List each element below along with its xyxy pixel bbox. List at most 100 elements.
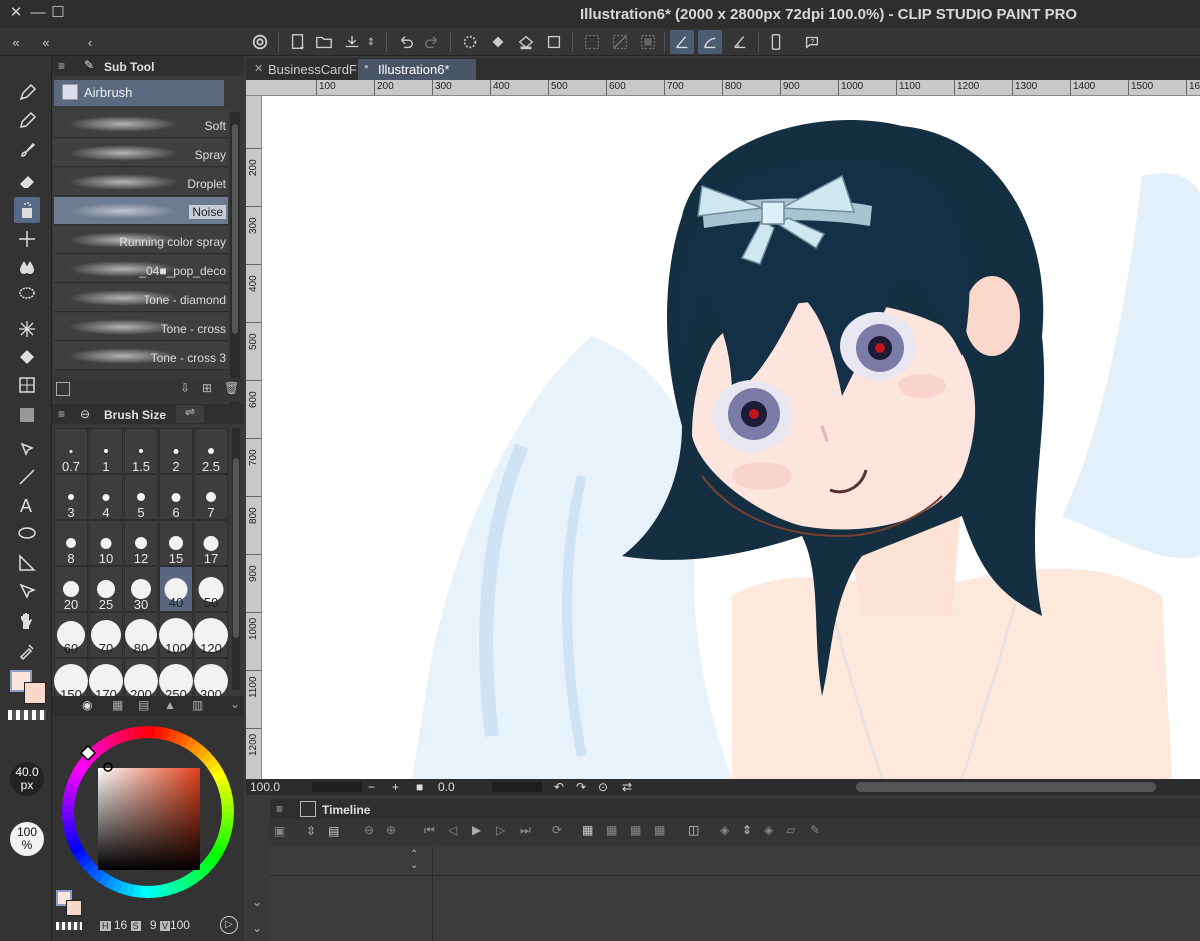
sub-color-chip[interactable]	[66, 900, 82, 916]
timeline-track-area[interactable]: ⌃ ⌄	[270, 847, 1200, 941]
fill-icon[interactable]	[486, 30, 510, 54]
last-frame-icon[interactable]: ⏭	[520, 823, 531, 838]
keyframe-toggle-icon[interactable]: ⇕	[742, 823, 752, 837]
snap-grid-icon[interactable]	[728, 30, 752, 54]
text-tool-icon[interactable]: A	[14, 492, 40, 518]
next-frame-icon[interactable]: ▷	[496, 823, 505, 837]
smartphone-icon[interactable]	[764, 30, 788, 54]
play-icon[interactable]: ▶	[472, 823, 481, 837]
copy-subtool-icon[interactable]: ⇩	[180, 381, 190, 395]
brush-size-cell[interactable]: 2	[159, 428, 193, 474]
brush-size-tab-label[interactable]: Brush Size	[104, 408, 166, 422]
frame-tool-icon[interactable]	[14, 372, 40, 398]
rotation-slider[interactable]	[492, 782, 542, 792]
brush-size-cell[interactable]: 6	[159, 474, 193, 520]
brush-item[interactable]: Droplet	[54, 168, 228, 196]
brush-size-cell[interactable]: 25	[89, 566, 123, 612]
track-height-stepper-icon[interactable]: ⌃ ⌄	[410, 849, 418, 871]
airbrush-tool-icon[interactable]	[14, 197, 40, 223]
new-timeline-icon[interactable]: ▣	[274, 824, 285, 838]
timeline-collapse-icon[interactable]: ⌄	[252, 895, 262, 909]
sub-color-swatch[interactable]	[24, 682, 46, 704]
blend-tool-icon[interactable]	[14, 254, 40, 280]
brush-size-cell[interactable]: 70	[89, 612, 123, 658]
timeline-select-icon[interactable]: ⇳	[306, 824, 316, 838]
brush-item[interactable]: Soft	[54, 110, 228, 138]
minimize-window-icon[interactable]: —	[30, 5, 46, 21]
color-set-tab-icon[interactable]: ▦	[112, 698, 123, 712]
brush-item[interactable]: _04■_pop_deco	[54, 255, 228, 283]
keyframe-add-icon[interactable]: ◈	[764, 823, 773, 837]
pen-tool-icon[interactable]	[14, 80, 40, 106]
flip-horizontal-icon[interactable]: ⇄	[622, 780, 632, 794]
collapse-panels-icon[interactable]: «	[34, 30, 58, 54]
brush-size-cell[interactable]: 15	[159, 520, 193, 566]
sparkle-tool-icon[interactable]	[14, 316, 40, 342]
fill-tool-icon[interactable]	[14, 344, 40, 370]
new-animation-cel-icon[interactable]: ▦	[582, 823, 593, 837]
open-folder-icon[interactable]	[312, 30, 336, 54]
pencil-tool-icon[interactable]	[14, 108, 40, 134]
brush-item[interactable]: Spray	[54, 139, 228, 167]
document-tab[interactable]: ✕ BusinessCardF	[248, 59, 357, 80]
zoom-out-icon[interactable]: −	[368, 780, 375, 794]
timeline-tab-label[interactable]: Timeline	[322, 803, 370, 817]
correct-line-tool-icon[interactable]	[14, 578, 40, 604]
first-frame-icon[interactable]: ⏮	[424, 823, 435, 838]
brush-size-cell[interactable]: 100	[159, 612, 193, 658]
gradient-tool-icon[interactable]	[14, 402, 40, 428]
fit-view-icon[interactable]: ■	[416, 780, 423, 794]
clear-cel-icon[interactable]: ▦	[630, 823, 641, 837]
brush-size-cell[interactable]: 1	[89, 428, 123, 474]
rotate-right-icon[interactable]: ↷	[576, 780, 586, 794]
hand-tool-icon[interactable]	[14, 608, 40, 634]
color-mode-toggle-icon[interactable]: ▷	[220, 916, 238, 934]
transparent-color-swatch[interactable]	[8, 710, 46, 720]
brush-size-cell[interactable]: 40	[159, 566, 193, 612]
create-subtool-icon[interactable]: ⊞	[202, 381, 212, 395]
save-icon[interactable]	[340, 30, 364, 54]
color-history-tab-icon[interactable]: ▥	[192, 698, 203, 712]
brush-size-cell[interactable]: 4	[89, 474, 123, 520]
rotate-left-icon[interactable]: ↶	[554, 780, 564, 794]
subtool-settings-icon[interactable]	[56, 382, 70, 396]
brush-item[interactable]: Tone - cross	[54, 313, 228, 341]
subtool-tab-label[interactable]: Sub Tool	[104, 60, 154, 74]
keyframe-icon[interactable]: ◈	[720, 823, 729, 837]
brush-size-cell[interactable]: 1.5	[124, 428, 158, 474]
timeline-zoom-in-icon[interactable]: ⊕	[386, 823, 396, 837]
brush-size-cell[interactable]: 3	[54, 474, 88, 520]
brush-size-cell[interactable]: 50	[194, 566, 228, 612]
collapse-left-icon[interactable]: «	[4, 30, 28, 54]
zoom-value[interactable]: 100.0	[250, 780, 280, 794]
canvas-scrollbar-horizontal[interactable]	[856, 782, 1156, 792]
brush-size-cell[interactable]: 60	[54, 612, 88, 658]
eraser-tool-icon[interactable]	[14, 168, 40, 194]
panel-menu-icon[interactable]: ≡	[58, 407, 65, 421]
drawing-canvas[interactable]	[262, 96, 1200, 779]
brush-size-cell[interactable]: 0.7	[54, 428, 88, 474]
maximize-window-icon[interactable]: ☐	[50, 5, 66, 21]
color-wheel-tab-icon[interactable]: ◉	[82, 698, 100, 714]
line-tool-icon[interactable]	[14, 464, 40, 490]
undo-icon[interactable]	[394, 30, 418, 54]
brush-size-cell[interactable]: 12	[124, 520, 158, 566]
decoration-tool-icon[interactable]	[14, 226, 40, 252]
subtool-group-name[interactable]: Airbrush	[54, 80, 224, 106]
loop-icon[interactable]: ⟳	[552, 823, 562, 837]
lasso-tool-icon[interactable]	[14, 282, 40, 308]
fill-bucket-icon[interactable]	[514, 30, 538, 54]
brush-size-cell[interactable]: 20	[54, 566, 88, 612]
brush-size-cell[interactable]: 10	[89, 520, 123, 566]
brush-size-cell[interactable]: 2.5	[194, 428, 228, 474]
subtool-scrollbar[interactable]	[230, 112, 240, 404]
brush-size-cell[interactable]: 120	[194, 612, 228, 658]
brush-item[interactable]: Noise	[54, 197, 228, 225]
balloon-tool-icon[interactable]	[14, 522, 40, 548]
loading-spinner-icon[interactable]	[458, 30, 482, 54]
delete-subtool-icon[interactable]: 🗑	[224, 381, 239, 395]
brush-item[interactable]: Running color spray	[54, 226, 228, 254]
brush-item[interactable]: Tone - cross 3	[54, 342, 228, 370]
rotation-value[interactable]: 0.0	[438, 780, 455, 794]
panel-menu-icon[interactable]: ≡	[58, 59, 65, 73]
